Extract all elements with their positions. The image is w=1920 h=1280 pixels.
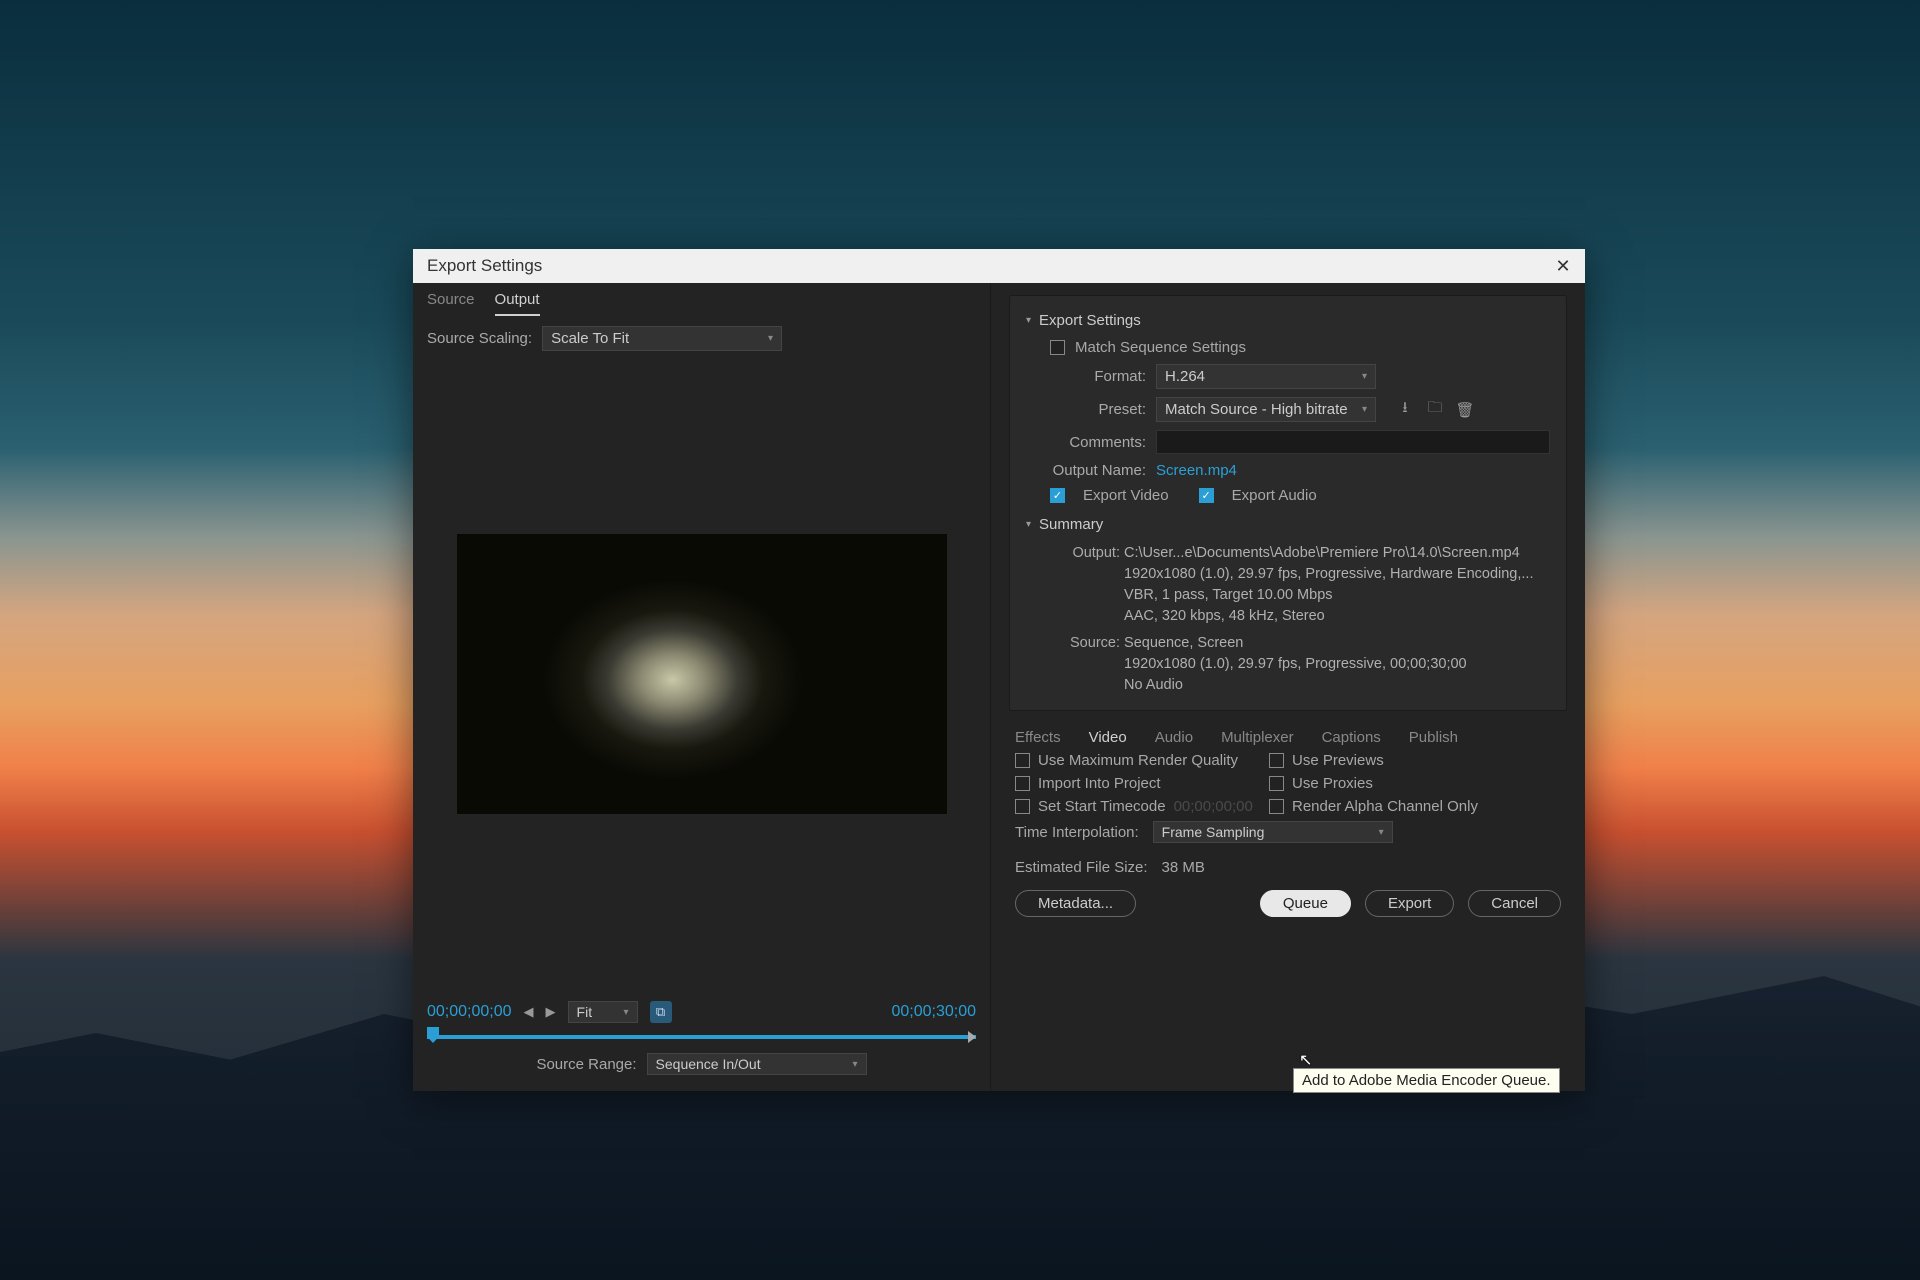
video-preview-area bbox=[413, 357, 990, 991]
use-previews-label: Use Previews bbox=[1292, 752, 1384, 769]
save-preset-icon[interactable]: ⭳ bbox=[1396, 401, 1414, 419]
source-range-dropdown[interactable]: Sequence In/Out ▾ bbox=[647, 1053, 867, 1075]
chevron-down-icon: ▾ bbox=[1379, 827, 1384, 838]
estimated-size-label: Estimated File Size: bbox=[1015, 859, 1148, 876]
tab-captions[interactable]: Captions bbox=[1322, 729, 1381, 746]
time-interpolation-label: Time Interpolation: bbox=[1015, 824, 1139, 841]
tab-audio[interactable]: Audio bbox=[1155, 729, 1193, 746]
match-sequence-checkbox[interactable] bbox=[1050, 340, 1065, 355]
tab-output[interactable]: Output bbox=[495, 291, 540, 316]
import-preset-icon[interactable]: 🗀 bbox=[1426, 401, 1444, 419]
format-value: H.264 bbox=[1165, 368, 1205, 385]
summary-output-label: Output: bbox=[1050, 543, 1120, 564]
delete-preset-icon[interactable]: 🗑 bbox=[1456, 401, 1474, 419]
use-proxies-label: Use Proxies bbox=[1292, 775, 1373, 792]
render-alpha-checkbox[interactable] bbox=[1269, 799, 1284, 814]
chevron-down-icon: ▾ bbox=[768, 333, 773, 344]
preset-value: Match Source - High bitrate bbox=[1165, 401, 1348, 418]
render-alpha-label: Render Alpha Channel Only bbox=[1292, 798, 1478, 815]
video-preview-frame[interactable] bbox=[457, 534, 947, 814]
export-settings-header: Export Settings bbox=[1039, 312, 1141, 329]
source-scaling-value: Scale To Fit bbox=[551, 330, 629, 347]
export-audio-checkbox[interactable]: ✓ bbox=[1199, 488, 1214, 503]
next-frame-icon[interactable]: ▶ bbox=[546, 1004, 556, 1020]
tab-publish[interactable]: Publish bbox=[1409, 729, 1458, 746]
tab-source[interactable]: Source bbox=[427, 291, 475, 316]
summary-source-label: Source: bbox=[1050, 633, 1120, 654]
summary-source-text: Sequence, Screen 1920x1080 (1.0), 29.97 … bbox=[1124, 633, 1544, 696]
prev-frame-icon[interactable]: ◀ bbox=[524, 1004, 534, 1020]
preset-dropdown[interactable]: Match Source - High bitrate ▾ bbox=[1156, 397, 1376, 422]
queue-button[interactable]: Queue bbox=[1260, 890, 1351, 917]
cancel-button[interactable]: Cancel bbox=[1468, 890, 1561, 917]
twisty-expanded-icon[interactable]: ▾ bbox=[1026, 315, 1031, 326]
time-interpolation-dropdown[interactable]: Frame Sampling ▾ bbox=[1153, 821, 1393, 843]
use-max-render-label: Use Maximum Render Quality bbox=[1038, 752, 1238, 769]
source-range-value: Sequence In/Out bbox=[656, 1056, 761, 1072]
timeline-controls: 00;00;00;00 ◀ ▶ Fit ▾ ⧉ 00;00;30;00 Sour… bbox=[413, 991, 990, 1091]
aspect-ratio-icon[interactable]: ⧉ bbox=[650, 1001, 672, 1023]
chevron-down-icon: ▾ bbox=[624, 1007, 629, 1018]
use-proxies-checkbox[interactable] bbox=[1269, 776, 1284, 791]
import-into-project-checkbox[interactable] bbox=[1015, 776, 1030, 791]
preview-tabs: Source Output bbox=[413, 283, 990, 316]
mouse-cursor-icon: ↖ bbox=[1299, 1050, 1312, 1070]
preview-panel: Source Output Source Scaling: Scale To F… bbox=[413, 283, 991, 1091]
export-settings-dialog: Export Settings ✕ Source Output Source S… bbox=[413, 249, 1585, 1091]
metadata-button[interactable]: Metadata... bbox=[1015, 890, 1136, 917]
format-label: Format: bbox=[1026, 368, 1146, 385]
zoom-fit-value: Fit bbox=[577, 1004, 593, 1020]
summary-output-text: C:\User...e\Documents\Adobe\Premiere Pro… bbox=[1124, 543, 1544, 627]
export-video-label: Export Video bbox=[1083, 487, 1169, 504]
out-point-icon[interactable] bbox=[968, 1031, 976, 1043]
export-audio-label: Export Audio bbox=[1232, 487, 1317, 504]
settings-panel: ▾ Export Settings Match Sequence Setting… bbox=[991, 283, 1585, 1091]
twisty-expanded-icon[interactable]: ▾ bbox=[1026, 519, 1031, 530]
set-start-timecode-checkbox[interactable] bbox=[1015, 799, 1030, 814]
export-video-checkbox[interactable]: ✓ bbox=[1050, 488, 1065, 503]
output-name-link[interactable]: Screen.mp4 bbox=[1156, 462, 1237, 479]
chevron-down-icon: ▾ bbox=[853, 1059, 858, 1070]
dialog-titlebar[interactable]: Export Settings ✕ bbox=[413, 249, 1585, 283]
output-name-label: Output Name: bbox=[1026, 462, 1146, 479]
preset-label: Preset: bbox=[1026, 401, 1146, 418]
dialog-title: Export Settings bbox=[427, 256, 542, 276]
match-sequence-label: Match Sequence Settings bbox=[1075, 339, 1246, 356]
set-start-timecode-label: Set Start Timecode bbox=[1038, 798, 1166, 815]
use-max-render-checkbox[interactable] bbox=[1015, 753, 1030, 768]
export-button[interactable]: Export bbox=[1365, 890, 1454, 917]
comments-label: Comments: bbox=[1026, 434, 1146, 451]
format-dropdown[interactable]: H.264 ▾ bbox=[1156, 364, 1376, 389]
timeline-scrubber[interactable] bbox=[427, 1035, 976, 1039]
use-previews-checkbox[interactable] bbox=[1269, 753, 1284, 768]
tab-video[interactable]: Video bbox=[1089, 729, 1127, 746]
queue-tooltip: Add to Adobe Media Encoder Queue. bbox=[1293, 1068, 1560, 1093]
start-timecode-value[interactable]: 00;00;00;00 bbox=[1174, 798, 1253, 815]
encoder-tabs: Effects Video Audio Multiplexer Captions… bbox=[1009, 727, 1567, 746]
time-interpolation-value: Frame Sampling bbox=[1162, 824, 1265, 840]
chevron-down-icon: ▾ bbox=[1362, 404, 1367, 415]
import-into-project-label: Import Into Project bbox=[1038, 775, 1161, 792]
timecode-start[interactable]: 00;00;00;00 bbox=[427, 1003, 512, 1021]
estimated-size-value: 38 MB bbox=[1162, 859, 1205, 876]
timecode-end[interactable]: 00;00;30;00 bbox=[891, 1003, 976, 1021]
source-scaling-label: Source Scaling: bbox=[427, 330, 532, 347]
chevron-down-icon: ▾ bbox=[1362, 371, 1367, 382]
source-range-label: Source Range: bbox=[536, 1056, 636, 1073]
close-icon[interactable]: ✕ bbox=[1555, 258, 1571, 274]
tab-multiplexer[interactable]: Multiplexer bbox=[1221, 729, 1294, 746]
zoom-fit-dropdown[interactable]: Fit ▾ bbox=[568, 1001, 638, 1023]
source-scaling-dropdown[interactable]: Scale To Fit ▾ bbox=[542, 326, 782, 351]
tab-effects[interactable]: Effects bbox=[1015, 729, 1061, 746]
summary-header: Summary bbox=[1039, 516, 1103, 533]
comments-input[interactable] bbox=[1156, 430, 1550, 454]
